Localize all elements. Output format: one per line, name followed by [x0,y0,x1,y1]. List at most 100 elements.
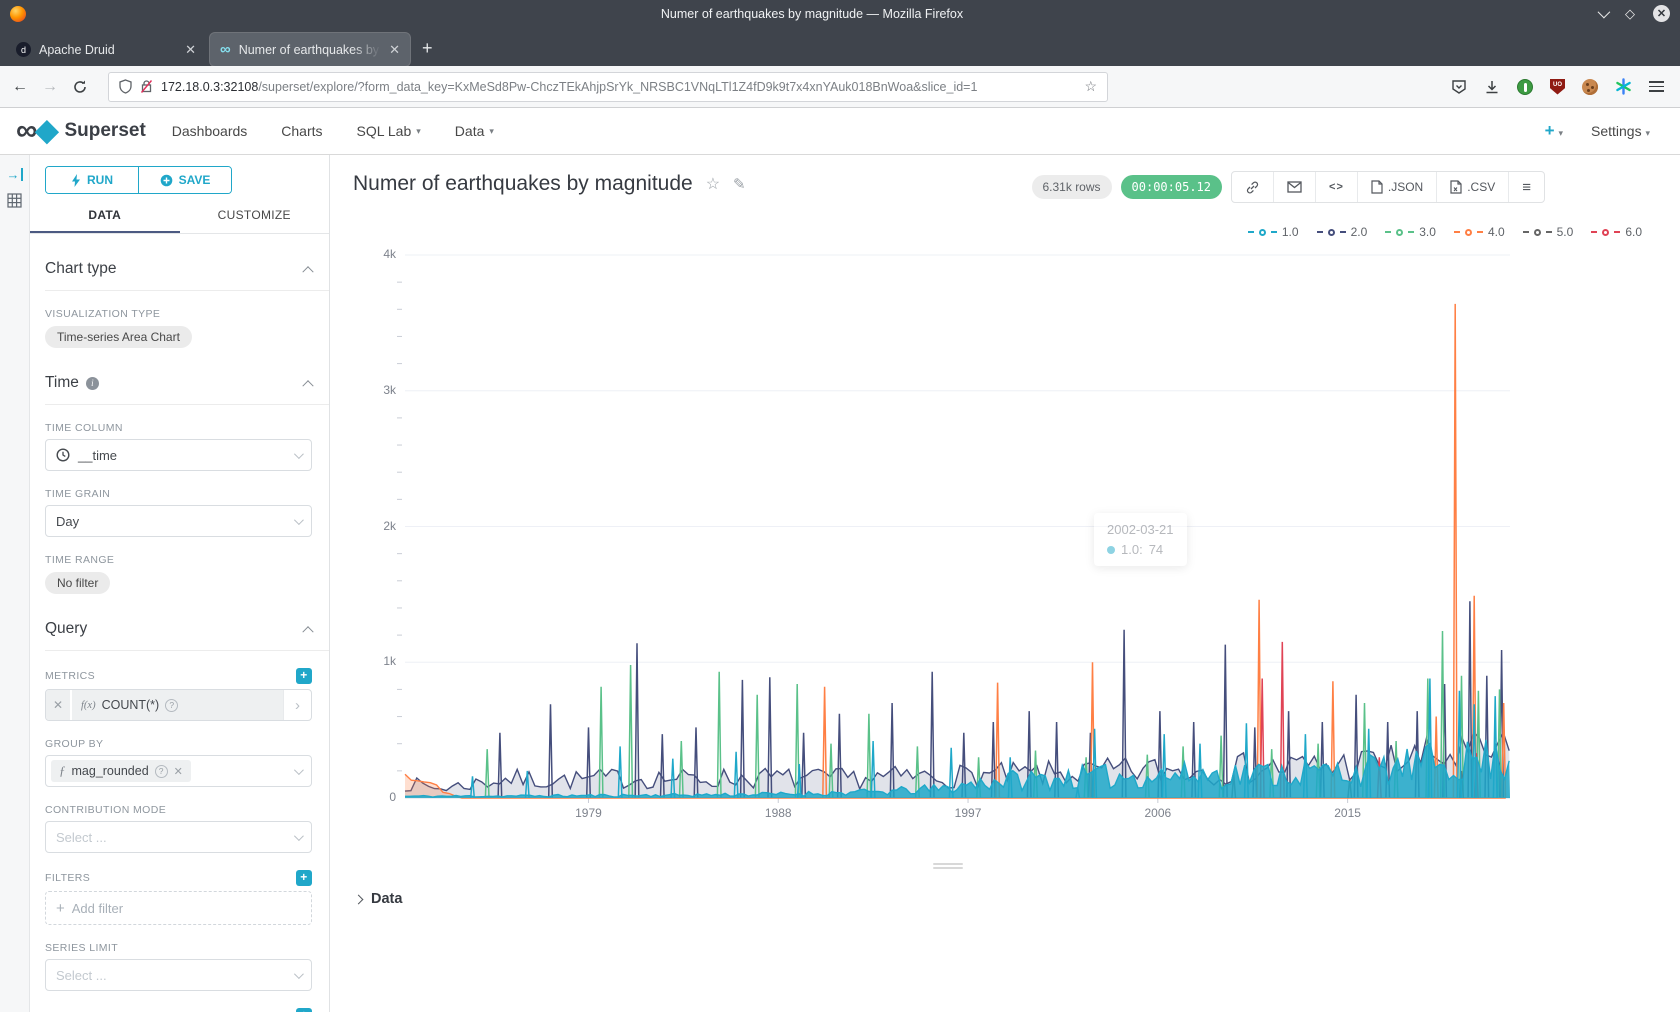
favorite-star-icon[interactable]: ☆ [706,174,720,194]
time-grain-select[interactable]: Day [45,505,312,537]
chart-title: Numer of earthquakes by magnitude [353,172,693,196]
edit-title-icon[interactable]: ✎ [733,175,746,193]
legend-item[interactable]: 3.0 [1385,225,1436,239]
superset-navbar: ∞◆ Superset Dashboards Charts SQL Lab▾ D… [0,108,1680,155]
add-sort-button[interactable]: + [296,1008,312,1012]
expand-datasource-icon[interactable]: → [7,168,23,181]
tab-close-icon[interactable]: ✕ [185,42,196,58]
file-x-icon [1450,180,1462,194]
metric-control[interactable]: ✕ f(x)COUNT(*)? › [45,689,312,721]
add-filter-button[interactable]: + [296,870,312,886]
series-limit-select[interactable]: Select ... [45,959,312,991]
tooltip-date: 2002-03-21 [1107,522,1174,537]
email-button[interactable] [1274,172,1316,202]
y-tick-label: 2k [350,519,396,533]
superset-infinity-icon: ∞◆ [16,119,56,143]
x-tick-label: 1979 [558,806,618,820]
cookie-extension-icon[interactable] [1582,79,1598,95]
file-icon [1371,180,1383,194]
run-button[interactable]: RUN [46,167,139,193]
chart-area: Numer of earthquakes by magnitude ☆ ✎ 6.… [330,155,1680,1012]
forward-button[interactable]: → [42,78,58,96]
legend-item[interactable]: 1.0 [1248,225,1299,239]
row-count-badge: 6.31k rows [1032,175,1112,199]
chevron-up-icon [302,380,313,391]
tab-bar: d Apache Druid ✕ ∞ Numer of earthquakes … [0,27,1680,66]
tab-data[interactable]: DATA [30,208,180,233]
timeseries-area-chart[interactable] [330,155,1680,915]
chevron-up-icon [302,626,313,637]
y-tick-label: 3k [350,383,396,397]
legend-item[interactable]: 4.0 [1454,225,1505,239]
nav-charts[interactable]: Charts [281,123,322,139]
groupby-chip[interactable]: ƒ mag_rounded ? ✕ [51,760,191,782]
nav-dashboards[interactable]: Dashboards [172,123,248,139]
nav-data[interactable]: Data▾ [455,123,494,139]
download-icon[interactable] [1484,79,1500,95]
settings-menu[interactable]: Settings ▾ [1591,123,1650,139]
remove-metric-icon[interactable]: ✕ [46,690,72,720]
chart-tooltip: 2002-03-21 1.0: 74 [1094,513,1187,566]
groupby-select[interactable]: ƒ mag_rounded ? ✕ [45,755,312,787]
export-json-button[interactable]: .JSON [1358,172,1437,202]
viz-type-value[interactable]: Time-series Area Chart [45,326,192,348]
tab-apache-druid[interactable]: d Apache Druid ✕ [6,33,206,66]
ublock-icon[interactable]: UO [1550,79,1565,95]
save-button[interactable]: SAVE [139,167,231,193]
chart-legend: 1.0 2.0 3.0 4.0 5.0 6.0 [1248,225,1642,239]
tracking-shield-icon[interactable] [119,79,132,94]
contribution-mode-select[interactable]: Select ... [45,821,312,853]
plus-circle-icon [160,174,173,187]
help-icon: ? [155,765,168,778]
export-csv-button[interactable]: .CSV [1437,172,1509,202]
bookmark-star-icon[interactable]: ☆ [1084,78,1097,95]
url-bar[interactable]: 172.18.0.3:32108/superset/explore/?form_… [108,72,1108,102]
insecure-lock-icon[interactable] [140,79,153,94]
chevron-down-icon [294,765,304,775]
add-metric-button[interactable]: + [296,668,312,684]
data-panel-toggle[interactable]: Data [355,891,402,907]
legend-item[interactable]: 6.0 [1591,225,1642,239]
section-time[interactable]: Time i [45,374,312,392]
asterisk-extension-icon[interactable] [1615,78,1632,95]
url-text[interactable]: 172.18.0.3:32108/superset/explore/?form_… [161,80,1076,94]
time-range-value[interactable]: No filter [45,572,110,594]
x-tick-label: 1997 [938,806,998,820]
time-column-select[interactable]: __time [45,439,312,471]
new-tab-button[interactable]: + [422,38,433,59]
reload-icon[interactable] [72,79,88,95]
tab-close-icon[interactable]: ✕ [389,42,400,58]
add-filter-dropzone[interactable]: + Add filter [45,891,312,925]
window-close-icon[interactable]: ✕ [1653,5,1670,22]
back-button[interactable]: ← [12,78,28,96]
chart-menu-button[interactable]: ≡ [1509,172,1544,202]
copy-link-button[interactable] [1232,172,1274,202]
add-new-button[interactable]: + ▾ [1545,121,1563,141]
code-icon: <> [1329,181,1344,193]
x-tick-label: 1988 [748,806,808,820]
tab-customize[interactable]: CUSTOMIZE [180,208,330,233]
section-query[interactable]: Query [45,620,312,638]
datasource-grid-icon[interactable] [7,193,22,208]
panel-resize-handle[interactable] [933,863,963,869]
help-icon: ? [165,699,178,712]
expand-metric-icon[interactable]: › [283,690,311,720]
pocket-save-icon[interactable] [1451,79,1467,95]
superset-logo[interactable]: ∞◆ Superset [16,119,146,143]
tab-superset-chart[interactable]: ∞ Numer of earthquakes by m ✕ [210,33,410,66]
embed-code-button[interactable]: <> [1316,172,1358,202]
nav-sql-lab[interactable]: SQL Lab▾ [357,123,421,139]
section-chart-type[interactable]: Chart type [45,260,312,278]
legend-item[interactable]: 5.0 [1523,225,1574,239]
hamburger-menu-icon[interactable] [1649,81,1664,92]
legend-item[interactable]: 2.0 [1317,225,1368,239]
privacy-badger-icon[interactable] [1517,79,1533,95]
x-tick-label: 2015 [1318,806,1378,820]
tooltip-series-dot [1107,546,1115,554]
firefox-icon [10,6,26,22]
groupby-label: GROUP BY [45,738,312,750]
tooltip-series-label: 1.0: [1121,542,1143,557]
window-maximize-icon[interactable]: ◇ [1625,7,1635,20]
remove-chip-icon[interactable]: ✕ [174,765,183,778]
window-minimize-icon[interactable] [1598,6,1611,19]
